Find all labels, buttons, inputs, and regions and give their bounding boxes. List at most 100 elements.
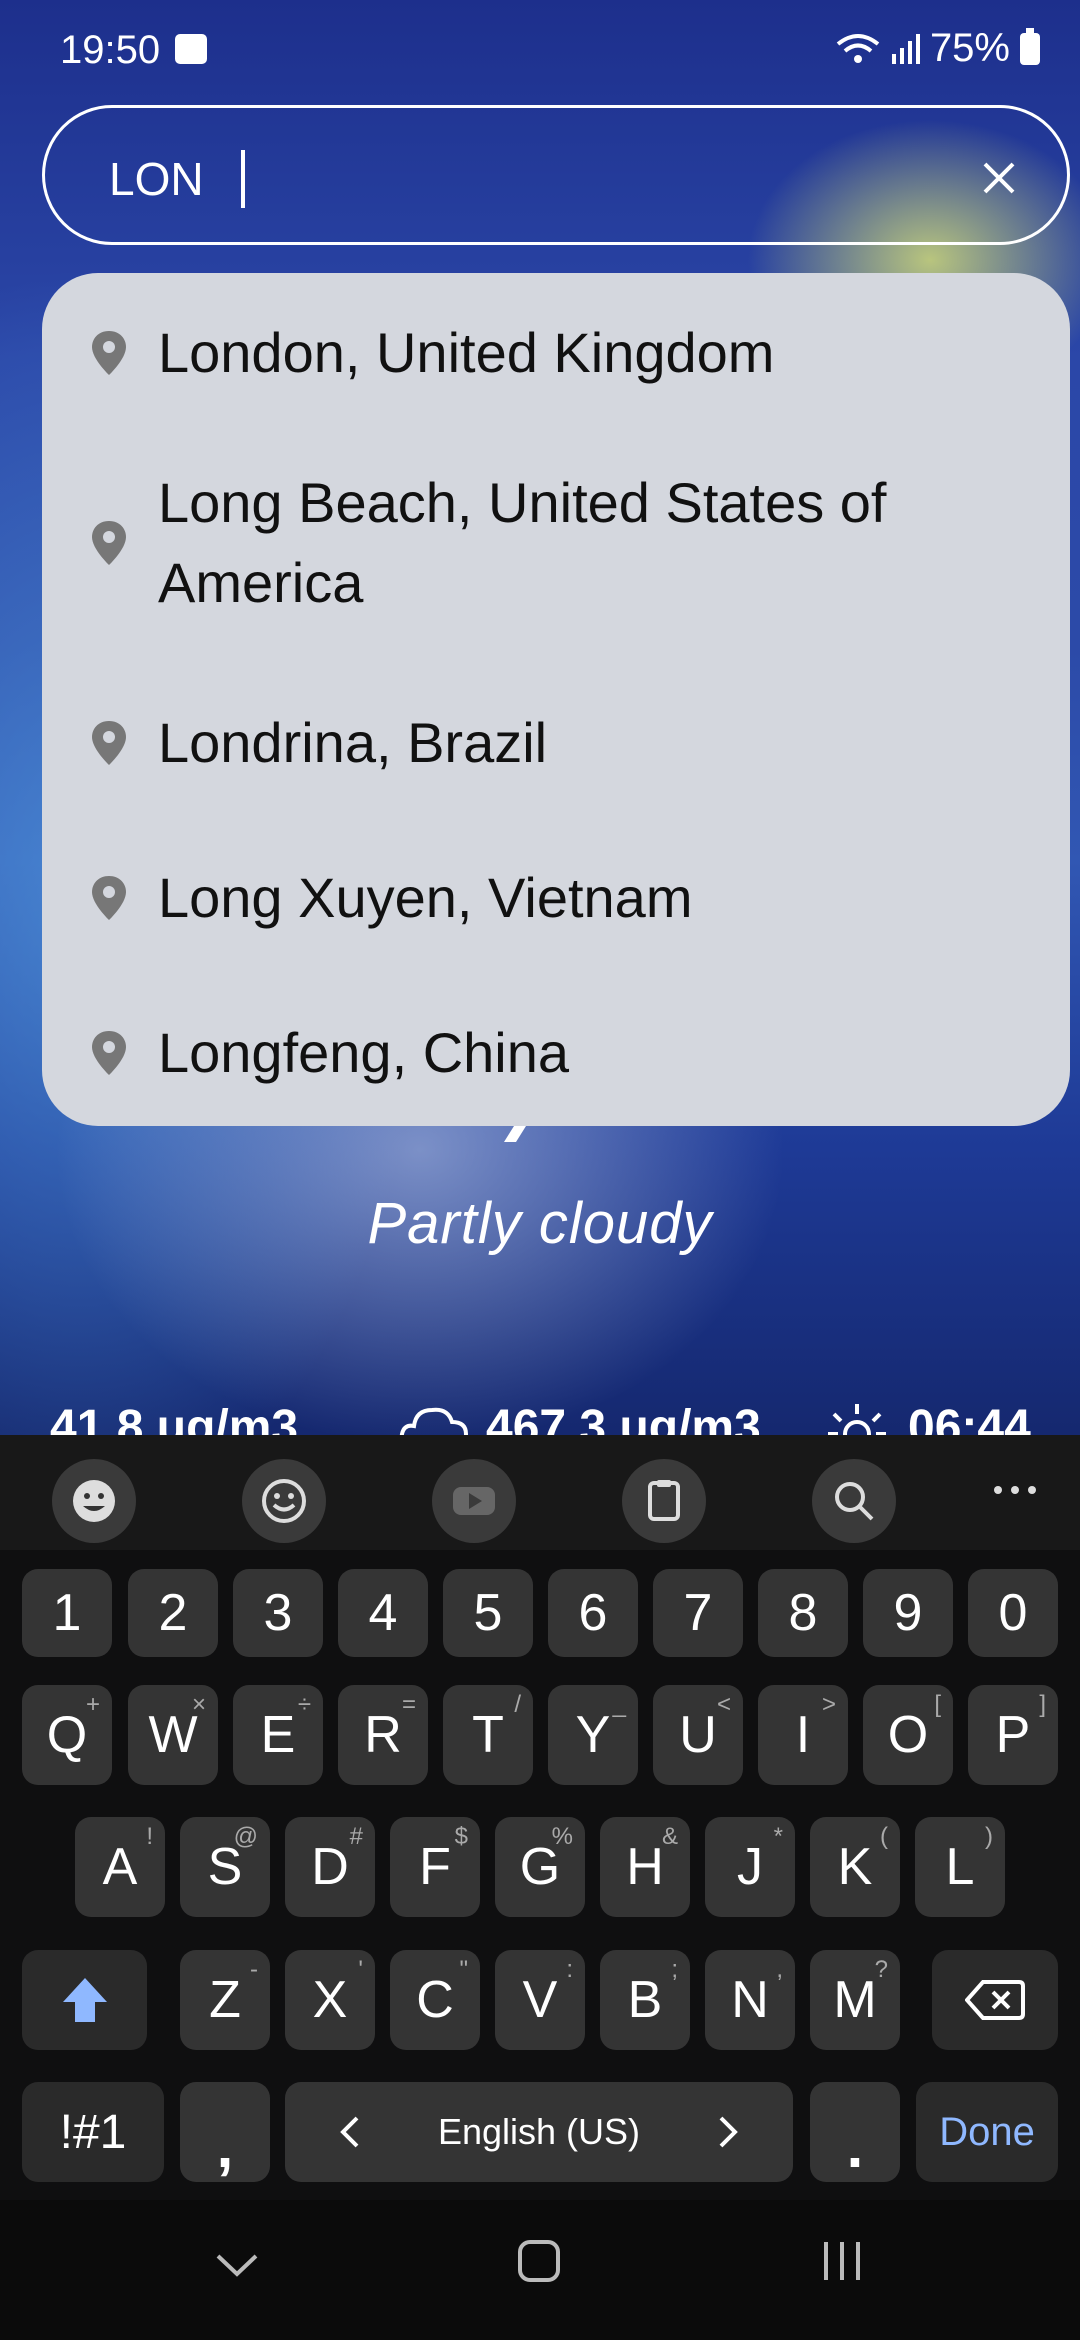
key-n[interactable]: ,N xyxy=(705,1950,795,2050)
temperature-fragment xyxy=(504,1126,526,1142)
key-g[interactable]: % G xyxy=(495,1817,585,1917)
key-m[interactable]: ? M xyxy=(810,1950,900,2050)
suggestion-item[interactable]: Long Beach, United States of America xyxy=(42,463,1070,623)
key-label: M xyxy=(833,1971,877,2029)
key-p[interactable]: ] P xyxy=(968,1685,1058,1785)
key-0[interactable]: 0 xyxy=(968,1569,1058,1657)
key-2[interactable]: 2 xyxy=(128,1569,218,1657)
key-j[interactable]: * J xyxy=(705,1817,795,1917)
text-cursor xyxy=(241,150,245,208)
weather-condition: Partly cloudy xyxy=(367,1191,713,1256)
suggestion-item[interactable]: Londrina, Brazil xyxy=(42,703,1070,783)
key-i[interactable]: > I xyxy=(758,1685,848,1785)
key-z[interactable]: -Z xyxy=(180,1950,270,2050)
shift-key[interactable] xyxy=(22,1950,147,2050)
battery-percent: 75% xyxy=(929,26,1010,70)
period-key[interactable]: . xyxy=(810,2082,900,2182)
key-s[interactable]: @ S xyxy=(180,1817,270,1917)
key-q[interactable]: + Q xyxy=(22,1685,112,1785)
backspace-key[interactable] xyxy=(932,1950,1058,2050)
comma-key[interactable]: , xyxy=(180,2082,270,2182)
key-4[interactable]: 4 xyxy=(338,1569,428,1657)
key-b[interactable]: ; B xyxy=(600,1950,690,2050)
key-3[interactable]: 3 xyxy=(233,1569,323,1657)
home-icon[interactable] xyxy=(516,2238,562,2284)
key-label: Z xyxy=(209,1971,241,2029)
suggestion-label: London, United Kingdom xyxy=(158,321,775,384)
key-8[interactable]: 8 xyxy=(758,1569,848,1657)
co2-value: 467.3 ug/m3 xyxy=(486,1401,761,1435)
chevron-down-icon[interactable] xyxy=(214,2250,260,2280)
key-label: L xyxy=(945,1838,975,1896)
key-r[interactable]: = R xyxy=(338,1685,428,1785)
clear-icon[interactable] xyxy=(979,158,1019,198)
key-label: 3 xyxy=(263,1584,293,1642)
key-5[interactable]: 5 xyxy=(443,1569,533,1657)
key-e[interactable]: ÷ E xyxy=(233,1685,323,1785)
key-7[interactable]: 7 xyxy=(653,1569,743,1657)
key-o[interactable]: [O xyxy=(863,1685,953,1785)
key-sub-label: ) xyxy=(985,1823,993,1850)
key-label: T xyxy=(472,1706,504,1764)
symbols-key[interactable]: !#1 xyxy=(22,2082,164,2182)
search-input[interactable] xyxy=(107,138,911,220)
more-options-button[interactable] xyxy=(990,1480,1040,1500)
key-sub-label: + xyxy=(85,1691,100,1718)
battery-icon xyxy=(1020,27,1040,65)
key-label: !#1 xyxy=(59,2105,127,2159)
spacebar[interactable]: English (US) xyxy=(285,2082,793,2182)
key-x[interactable]: ' X xyxy=(285,1950,375,2050)
chevron-right-icon[interactable] xyxy=(717,2114,739,2150)
key-6[interactable]: 6 xyxy=(548,1569,638,1657)
weather-background: 19:50 75% Partly cloudy 41.8 ug/m3 467.3… xyxy=(0,0,1080,1435)
gallery-notification-icon xyxy=(175,34,207,64)
backspace-icon xyxy=(965,1980,1025,2020)
key-l[interactable]: ) L xyxy=(915,1817,1005,1917)
suggestion-item[interactable]: Longfeng, China xyxy=(42,1013,1070,1093)
wifi-icon xyxy=(836,33,880,63)
key-label: O xyxy=(887,1706,929,1764)
key-h[interactable]: & H xyxy=(600,1817,690,1917)
suggestion-item[interactable]: Long Xuyen, Vietnam xyxy=(42,858,1070,938)
recents-icon[interactable] xyxy=(820,2240,864,2282)
city-search-bar[interactable] xyxy=(42,105,1070,245)
key-sub-label: ÷ xyxy=(297,1691,311,1718)
key-label: 2 xyxy=(158,1584,188,1642)
key-label: V xyxy=(522,1971,558,2029)
emoji-icon xyxy=(262,1479,306,1523)
key-u[interactable]: < U xyxy=(653,1685,743,1785)
youtube-button[interactable] xyxy=(432,1459,516,1543)
key-label: C xyxy=(416,1971,454,2029)
clipboard-button[interactable] xyxy=(622,1459,706,1543)
sunrise-time: 06:44 xyxy=(908,1401,1031,1435)
key-1[interactable]: 1 xyxy=(22,1569,112,1657)
suggestion-item[interactable]: London, United Kingdom xyxy=(42,313,1070,393)
key-f[interactable]: $ F xyxy=(390,1817,480,1917)
key-label: N xyxy=(731,1971,769,2029)
key-k[interactable]: (K xyxy=(810,1817,900,1917)
search-button[interactable] xyxy=(812,1459,896,1543)
key-d[interactable]: # D xyxy=(285,1817,375,1917)
key-y[interactable]: _ Y xyxy=(548,1685,638,1785)
key-label: U xyxy=(679,1706,717,1764)
sticker-button[interactable] xyxy=(52,1459,136,1543)
location-pin-icon xyxy=(92,721,126,765)
done-key[interactable]: Done xyxy=(916,2082,1058,2182)
key-9[interactable]: 9 xyxy=(863,1569,953,1657)
key-sub-label: , xyxy=(776,1956,783,1983)
key-a[interactable]: ! A xyxy=(75,1817,165,1917)
key-v[interactable]: :V xyxy=(495,1950,585,2050)
key-sub-label: ; xyxy=(671,1956,678,1983)
key-sub-label: ! xyxy=(146,1823,153,1850)
key-t[interactable]: / T xyxy=(443,1685,533,1785)
emoji-button[interactable] xyxy=(242,1459,326,1543)
language-label: English (US) xyxy=(437,2111,641,2152)
more-icon xyxy=(994,1486,1036,1494)
key-c[interactable]: " C xyxy=(390,1950,480,2050)
suggestion-label: Londrina, Brazil xyxy=(158,711,548,774)
suggestion-label: Long Xuyen, Vietnam xyxy=(158,866,693,929)
key-w[interactable]: × W xyxy=(128,1685,218,1785)
key-label: B xyxy=(627,1971,663,2029)
key-label: 4 xyxy=(368,1584,398,1642)
chevron-left-icon[interactable] xyxy=(339,2114,361,2150)
